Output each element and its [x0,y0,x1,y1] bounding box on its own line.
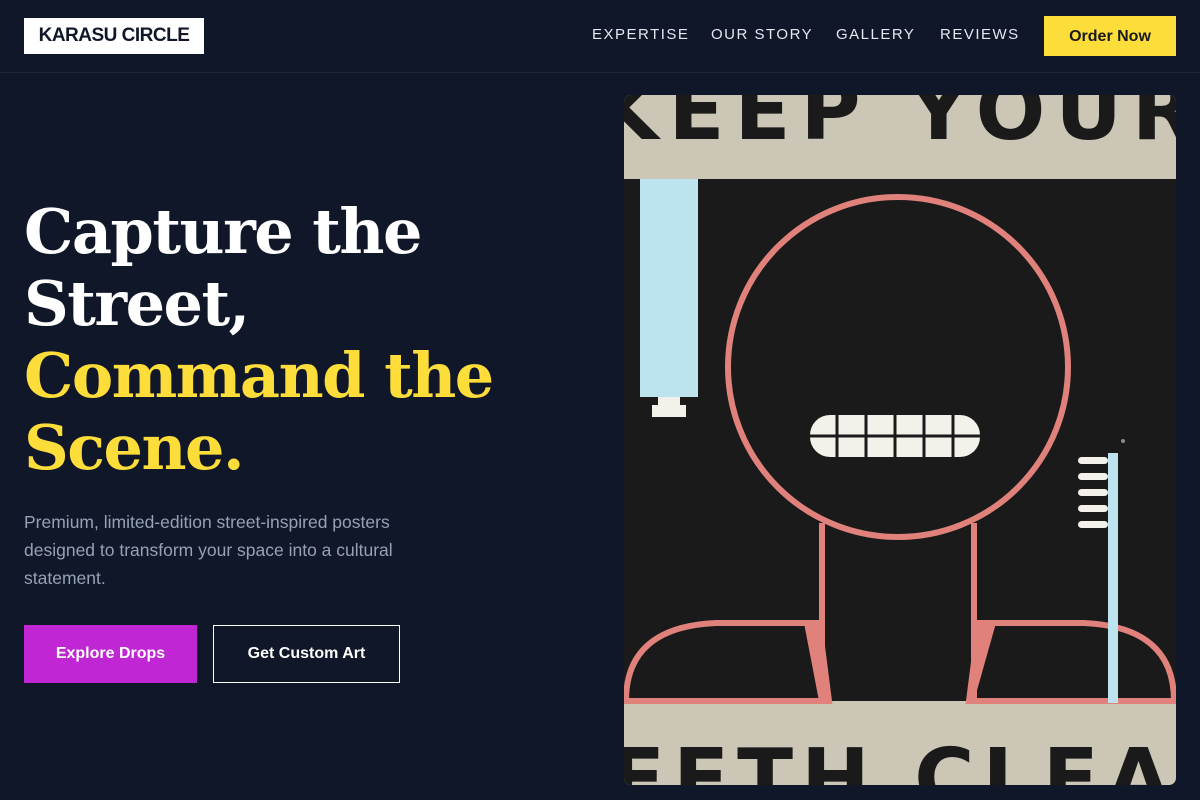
explore-drops-button[interactable]: Explore Drops [24,625,197,683]
headline-line-3: Command the [24,339,494,412]
poster-teeth [810,415,980,457]
hero-headline: Capture the Street, Command the Scene. [24,196,584,484]
poster-toothpaste-tube [640,179,698,417]
nav-link-gallery[interactable]: GALLERY [836,24,915,46]
get-custom-art-button[interactable]: Get Custom Art [213,625,400,683]
headline-line-2: Street, [24,267,250,340]
brand-logo[interactable]: KARASU CIRCLE [24,18,204,54]
poster-bottom-text: TEETH CLEAN [624,732,1176,785]
hero-description: Premium, limited-edition street-inspired… [24,512,393,588]
nav-link-our-story[interactable]: OUR STORY [711,24,813,46]
featured-poster-image: KEEP YOUR TEETH CLEAN [624,95,1176,785]
poster-top-text: KEEP YOUR [624,95,1176,159]
nav-link-expertise[interactable]: EXPERTISE [592,24,689,46]
headline-line-4: Scene. [24,411,245,484]
order-now-button[interactable]: Order Now [1044,16,1176,56]
site-header: KARASU CIRCLE EXPERTISE OUR STORY GALLER… [0,0,1200,73]
poster-top-band: KEEP YOUR [624,95,1176,179]
headline-line-1: Capture the [24,195,422,268]
poster-figure-head [725,194,1071,540]
poster-bottom-band: TEETH CLEAN [624,701,1176,785]
nav-link-reviews[interactable]: REVIEWS [940,24,1020,46]
